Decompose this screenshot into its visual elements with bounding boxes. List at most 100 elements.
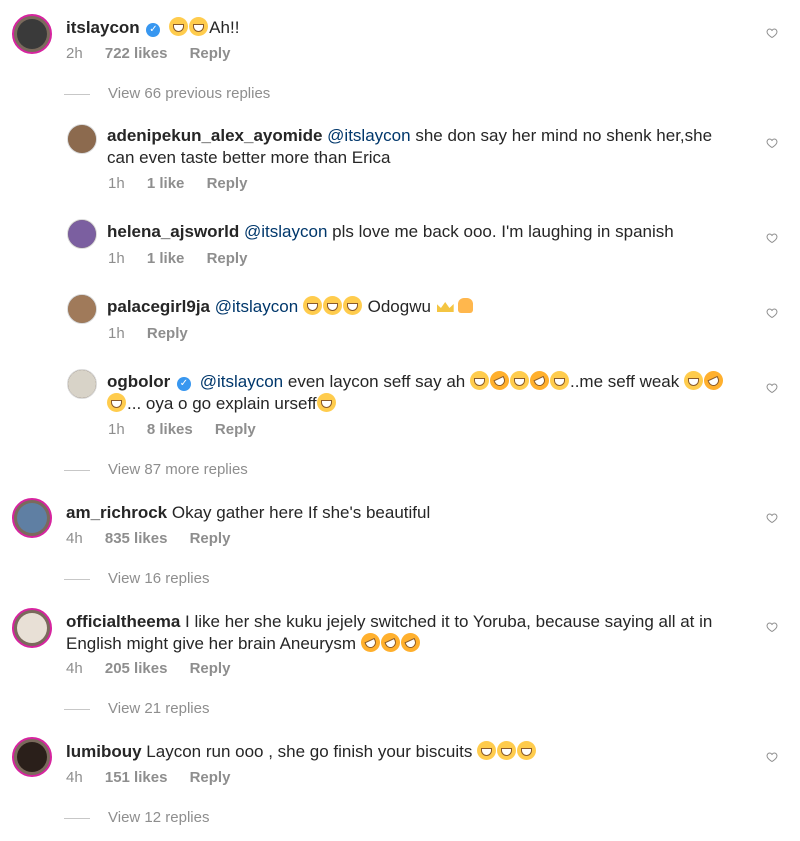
grinning-emoji-icon xyxy=(169,17,189,36)
verified-badge-icon: ✓ xyxy=(146,23,161,37)
username[interactable]: am_richrock xyxy=(66,503,167,522)
comment-meta: 1h Reply xyxy=(108,325,206,342)
avatar[interactable] xyxy=(67,219,97,249)
reply-button[interactable]: Reply xyxy=(207,175,248,192)
likes-count[interactable]: 722 likes xyxy=(105,45,168,62)
rofl-emoji-icon xyxy=(377,629,403,656)
comment-text-mid: ..me seff weak xyxy=(569,372,680,391)
mention-link[interactable]: @itslaycon xyxy=(200,372,283,391)
grinning-emoji-icon xyxy=(497,741,517,760)
reply-button[interactable]: Reply xyxy=(190,769,231,786)
timestamp: 2h xyxy=(66,45,83,62)
divider-line xyxy=(64,578,90,580)
view-replies-label: View 66 previous replies xyxy=(108,85,271,102)
divider-line xyxy=(64,817,90,819)
reply-button[interactable]: Reply xyxy=(207,250,248,267)
rofl-emoji-icon xyxy=(700,367,727,394)
grinning-emoji-icon xyxy=(477,741,497,760)
view-previous-replies-button[interactable]: View 66 previous replies xyxy=(64,85,270,102)
likes-count[interactable]: 151 likes xyxy=(105,769,168,786)
rofl-emoji-icon xyxy=(526,367,553,394)
username[interactable]: itslaycon xyxy=(66,18,140,37)
comment-text-line2: ... oya o go explain urseff xyxy=(127,394,317,413)
timestamp: 4h xyxy=(66,660,83,677)
username[interactable]: lumibouy xyxy=(66,742,142,761)
view-replies-button[interactable]: View 12 replies xyxy=(64,809,209,826)
reply-button[interactable]: Reply xyxy=(190,45,231,62)
timestamp: 4h xyxy=(66,530,83,547)
avatar[interactable] xyxy=(67,294,97,324)
reply-button[interactable]: Reply xyxy=(190,660,231,677)
grinning-emoji-icon xyxy=(302,296,322,315)
username[interactable]: adenipekun_alex_ayomide xyxy=(107,126,322,145)
view-replies-button[interactable]: View 16 replies xyxy=(64,570,209,587)
avatar[interactable] xyxy=(12,608,52,648)
likes-count[interactable]: 1 like xyxy=(147,250,185,267)
comment-text: Ah!! xyxy=(209,18,240,37)
comment-text-line2: can even taste better more than Erica xyxy=(107,148,391,167)
comment-text-line2: English might give her brain Aneurysm xyxy=(66,634,357,653)
view-replies-button[interactable]: View 21 replies xyxy=(64,700,209,717)
timestamp: 1h xyxy=(108,325,125,342)
grinning-emoji-icon xyxy=(517,741,537,760)
heart-outline-icon[interactable] xyxy=(766,751,778,763)
view-replies-label: View 87 more replies xyxy=(108,461,248,478)
heart-outline-icon[interactable] xyxy=(766,137,778,149)
comment-text: even laycon seff say ah xyxy=(287,372,466,391)
reply-button[interactable]: Reply xyxy=(215,421,256,438)
likes-count[interactable]: 1 like xyxy=(147,175,185,192)
timestamp: 1h xyxy=(108,175,125,192)
avatar[interactable] xyxy=(12,14,52,54)
avatar[interactable] xyxy=(12,737,52,777)
heart-outline-icon[interactable] xyxy=(766,27,778,39)
comment-text: Okay gather here If she's beautiful xyxy=(171,503,431,522)
mention-link[interactable]: @itslaycon xyxy=(215,297,298,316)
avatar[interactable] xyxy=(67,124,97,154)
comment-meta: 1h 8 likes Reply xyxy=(108,421,274,438)
heart-outline-icon[interactable] xyxy=(766,232,778,244)
mention-link[interactable]: @itslaycon xyxy=(327,126,410,145)
comment-meta: 4h 835 likes Reply xyxy=(66,530,248,547)
verified-badge-icon: ✓ xyxy=(177,377,191,391)
comment-text: pls love me back ooo. I'm laughing in sp… xyxy=(332,222,674,241)
grinning-emoji-icon xyxy=(107,393,126,412)
crown-emoji-icon xyxy=(436,296,455,315)
likes-count[interactable]: 8 likes xyxy=(147,421,193,438)
comment-text: she don say her mind no shenk her,she xyxy=(415,126,713,145)
rofl-emoji-icon xyxy=(486,367,513,394)
likes-count[interactable]: 205 likes xyxy=(105,660,168,677)
raised-hands-emoji-icon xyxy=(456,296,475,315)
timestamp: 1h xyxy=(108,421,125,438)
username[interactable]: ogbolor xyxy=(107,372,170,391)
timestamp: 1h xyxy=(108,250,125,267)
comment-meta: 2h 722 likes Reply xyxy=(66,45,248,62)
heart-outline-icon[interactable] xyxy=(766,621,778,633)
reply-button[interactable]: Reply xyxy=(147,325,188,342)
comment-meta: 4h 205 likes Reply xyxy=(66,660,248,677)
grinning-emoji-icon xyxy=(189,17,209,36)
view-more-replies-button[interactable]: View 87 more replies xyxy=(64,461,248,478)
username[interactable]: officialtheema xyxy=(66,612,180,631)
mention-link[interactable]: @itslaycon xyxy=(244,222,327,241)
heart-outline-icon[interactable] xyxy=(766,307,778,319)
comment-meta: 4h 151 likes Reply xyxy=(66,769,248,786)
divider-line xyxy=(64,469,90,471)
grinning-emoji-icon xyxy=(549,371,569,390)
heart-outline-icon[interactable] xyxy=(766,512,778,524)
comment-text: Laycon run ooo , she go finish your bisc… xyxy=(146,742,473,761)
avatar[interactable] xyxy=(67,369,97,399)
heart-outline-icon[interactable] xyxy=(766,382,778,394)
username[interactable]: helena_ajsworld xyxy=(107,222,239,241)
rofl-emoji-icon xyxy=(357,629,383,656)
reply-button[interactable]: Reply xyxy=(190,530,231,547)
likes-count[interactable]: 835 likes xyxy=(105,530,168,547)
username[interactable]: palacegirl9ja xyxy=(107,297,210,316)
comment-text: Odogwu xyxy=(367,297,431,316)
comment-text: I like her she kuku jejely switched it t… xyxy=(185,612,713,631)
avatar[interactable] xyxy=(12,498,52,538)
divider-line xyxy=(64,708,90,710)
divider-line xyxy=(64,93,90,95)
view-replies-label: View 16 replies xyxy=(108,570,210,587)
view-replies-label: View 21 replies xyxy=(108,700,210,717)
grinning-emoji-icon xyxy=(322,296,342,315)
